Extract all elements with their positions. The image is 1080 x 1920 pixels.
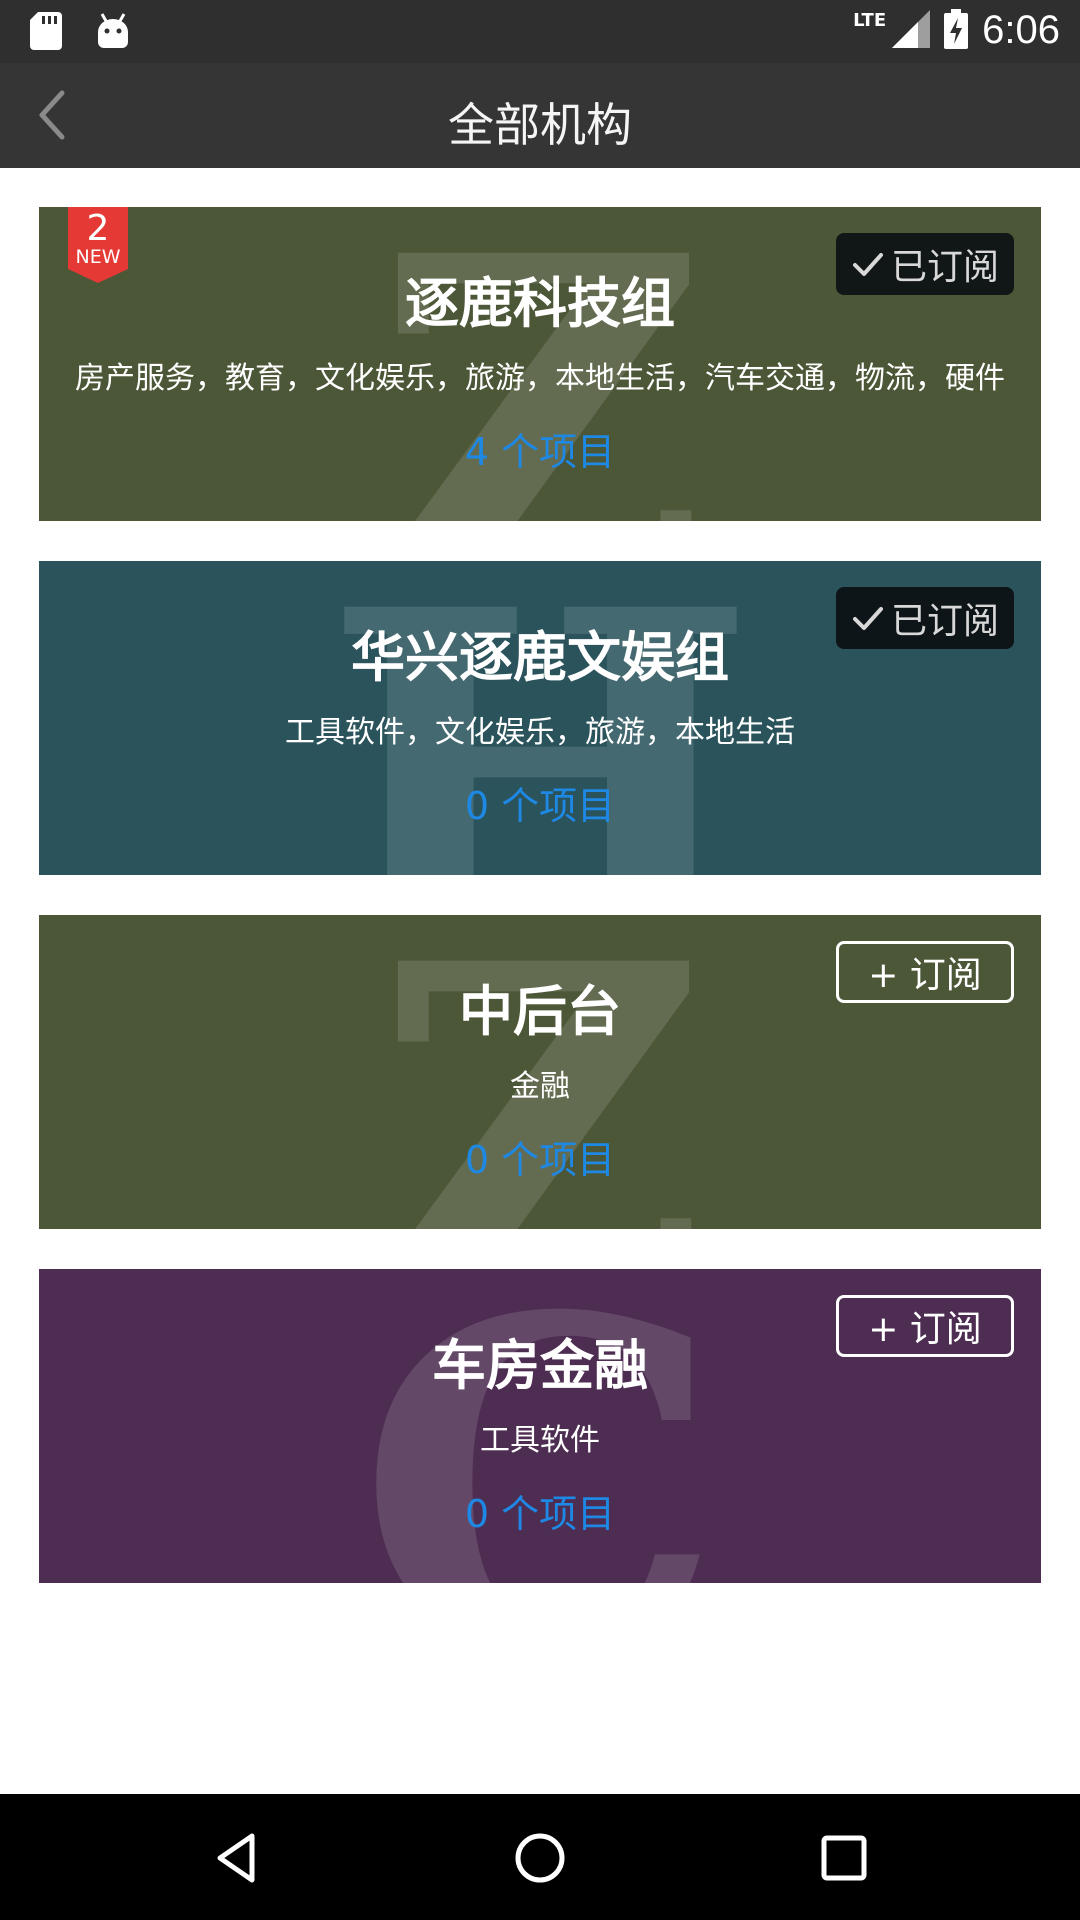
nav-back-button[interactable] xyxy=(206,1828,266,1888)
navigation-bar xyxy=(0,1794,1080,1920)
battery-charging-icon xyxy=(944,8,969,53)
new-badge-count: 2 xyxy=(86,208,110,249)
institution-card[interactable]: C + 订阅 车房金融 工具软件 0 个项目 xyxy=(39,1269,1041,1583)
institution-card[interactable]: H 已订阅 华兴逐鹿文娱组 工具软件，文化娱乐，旅游，本地生活 0 个项目 xyxy=(39,561,1041,875)
project-count[interactable]: 0 个项目 xyxy=(39,1483,1041,1538)
institution-name: 华兴逐鹿文娱组 xyxy=(351,626,729,689)
institution-card[interactable]: Z 2 NEW 已订阅 逐鹿科技组 房产服务，教育，文化娱乐，旅游，本地生活，汽… xyxy=(39,207,1041,521)
institution-tags: 工具软件，文化娱乐，旅游，本地生活 xyxy=(285,715,795,750)
institution-tags: 房产服务，教育，文化娱乐，旅游，本地生活，汽车交通，物流，硬件 xyxy=(75,361,1005,396)
institution-tags: 金融 xyxy=(510,1069,570,1104)
institution-name: 中后台 xyxy=(459,980,621,1043)
institution-name: 车房金融 xyxy=(432,1334,648,1397)
nav-recents-button[interactable] xyxy=(814,1828,874,1888)
app-bar: 全部机构 xyxy=(0,63,1080,168)
institution-list: Z 2 NEW 已订阅 逐鹿科技组 房产服务，教育，文化娱乐，旅游，本地生活，汽… xyxy=(39,207,1041,1623)
institution-tags: 工具软件 xyxy=(480,1423,600,1458)
android-icon xyxy=(96,12,130,54)
network-type: LTE xyxy=(853,10,887,31)
nav-home-button[interactable] xyxy=(510,1828,570,1888)
institution-card[interactable]: Z + 订阅 中后台 金融 0 个项目 xyxy=(39,915,1041,1229)
project-count[interactable]: 0 个项目 xyxy=(39,775,1041,830)
status-time: 6:06 xyxy=(982,8,1060,52)
status-bar: LTE 6:06 xyxy=(0,0,1080,63)
institution-name: 逐鹿科技组 xyxy=(405,272,675,335)
project-count[interactable]: 0 个项目 xyxy=(39,1129,1041,1184)
recents-square-icon xyxy=(821,1835,867,1881)
home-circle-icon xyxy=(515,1833,565,1883)
project-count[interactable]: 4 个项目 xyxy=(39,421,1041,476)
back-triangle-icon xyxy=(217,1833,255,1883)
signal-icon xyxy=(892,9,931,52)
sd-card-icon xyxy=(30,12,62,54)
page-title: 全部机构 xyxy=(448,98,632,152)
